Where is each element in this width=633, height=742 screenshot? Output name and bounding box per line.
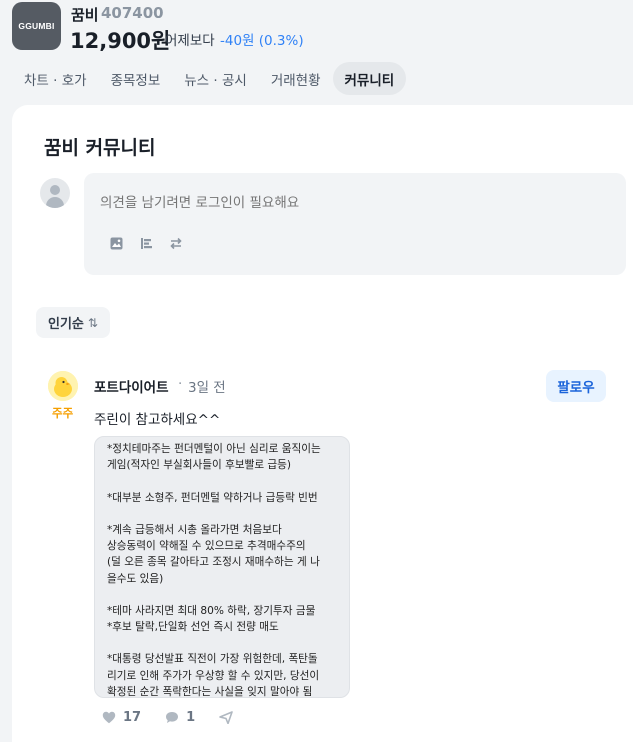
sort-label: 인기순 [48, 317, 84, 332]
price-vs-label: 어제보다 [165, 33, 215, 49]
image-text-line [107, 506, 345, 522]
image-text-line: (덜 오른 종목 갈아타고 조정시 재매수하는 게 나 [107, 556, 320, 569]
image-text-line: 확정된 순간 폭락한다는 사실을 잊지 말아야 됨 [107, 685, 313, 698]
tab-community[interactable]: 커뮤니티 [332, 62, 407, 95]
stock-logo: GGUMBI [12, 2, 61, 50]
stock-tabs: 차트 · 호가 종목정보 뉴스 · 공시 거래현황 커뮤니티 [12, 62, 407, 95]
tab-info[interactable]: 종목정보 [99, 62, 173, 95]
community-title: 꿈비 커뮤니티 [44, 137, 156, 159]
comment-icon [166, 712, 179, 723]
image-text-line: 을수도 있음) [107, 572, 164, 585]
stock-code: 407400 [101, 4, 164, 22]
separator-dot: · [178, 376, 183, 392]
compose-input[interactable] [100, 195, 580, 211]
image-icon[interactable] [108, 235, 124, 251]
image-text-line: 상승동력이 약해질 수 있으므로 추격매수주의 [107, 540, 306, 553]
tab-trading[interactable]: 거래현황 [259, 62, 333, 95]
comment-button[interactable]: 1 [165, 710, 195, 725]
tab-news[interactable]: 뉴스 · 공시 [172, 62, 259, 95]
stock-header: GGUMBI 꿈비 407400 12,900원 어제보다 -40원 (0.3%… [0, 0, 633, 105]
sort-button[interactable]: 인기순 ⇅ [36, 307, 110, 338]
post-author-avatar[interactable] [48, 371, 78, 401]
repeat-icon[interactable] [168, 235, 184, 251]
image-text-line: 리기로 인해 주가가 우상향 할 수 있지만, 당선이 [107, 669, 320, 682]
image-text-line: *대부분 소형주, 펀더멘털 약하거나 급등락 빈번 [107, 491, 318, 504]
compose-tools [108, 235, 184, 251]
stock-name: 꿈비 [71, 6, 99, 24]
chart-bar-icon[interactable] [138, 235, 154, 251]
compose-box[interactable] [84, 173, 626, 275]
image-text-line: *대통령 당선발표 직전이 가장 위험한데, 폭탄돌 [107, 653, 318, 666]
image-text-line: *정치테마주는 펀더멘털이 아닌 심리로 움직이는 [107, 443, 321, 455]
post-image-text: *정치테마주는 펀더멘털이 아닌 심리로 움직이는게임(적자인 부실회사들이 후… [107, 441, 345, 698]
share-button[interactable] [219, 711, 233, 724]
image-text-line: *테마 사라지면 최대 80% 하락, 장기투자 금물 [107, 604, 316, 617]
image-text-line: 게임(적자인 부실회사들이 후보빨로 급등) [107, 459, 292, 472]
chick-icon [48, 371, 78, 401]
sort-arrows-icon: ⇅ [87, 315, 98, 330]
image-text-line [107, 473, 345, 489]
comment-count: 1 [186, 710, 196, 725]
image-text-line [107, 587, 345, 603]
stock-price: 12,900원 [70, 29, 171, 53]
send-icon [219, 711, 233, 724]
tab-chart[interactable]: 차트 · 호가 [12, 62, 99, 95]
community-card: 꿈비 커뮤니티 인기순 ⇅ 주주 포트다이어트 [12, 105, 633, 742]
price-change: -40원 (0.3%) [220, 33, 304, 49]
post-actions: 17 1 [102, 710, 233, 725]
shareholder-badge: 주주 [52, 406, 74, 420]
like-button[interactable]: 17 [102, 710, 141, 725]
like-count: 17 [123, 710, 142, 725]
post-text: 주린이 참고하세요^^ [94, 412, 221, 428]
post-image[interactable]: *정치테마주는 펀더멘털이 아닌 심리로 움직이는게임(적자인 부실회사들이 후… [94, 436, 350, 698]
post-author[interactable]: 포트다이어트 [94, 376, 169, 396]
user-avatar [40, 178, 70, 208]
image-text-line: *계속 급등해서 시총 올라가면 처음보다 [107, 523, 282, 536]
heart-icon [102, 711, 116, 724]
follow-button[interactable]: 팔로우 [546, 370, 606, 402]
image-text-line [107, 635, 345, 651]
post-time: 3일 전 [188, 380, 226, 396]
image-text-line: *후보 탈락,단일화 선언 즉시 전량 매도 [107, 621, 279, 634]
